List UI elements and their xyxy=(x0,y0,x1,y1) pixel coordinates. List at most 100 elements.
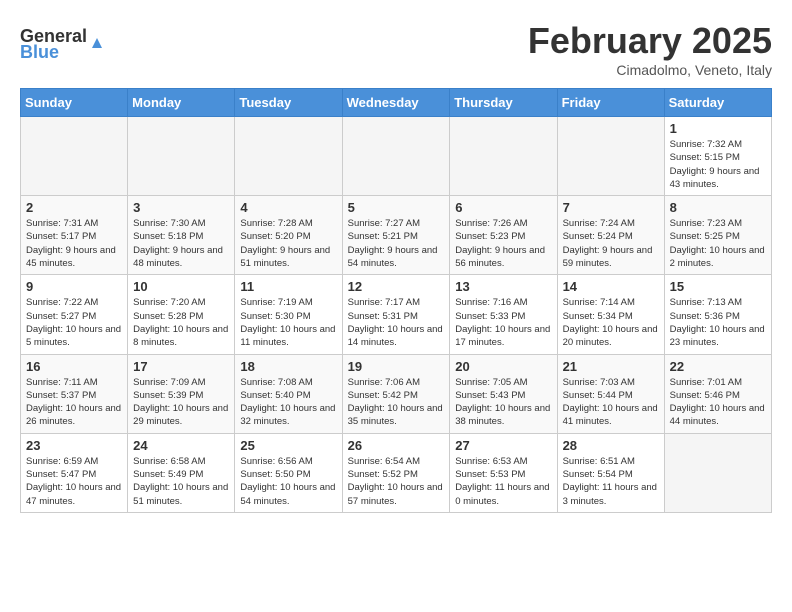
day-info: Sunrise: 6:58 AM Sunset: 5:49 PM Dayligh… xyxy=(133,455,229,508)
calendar-cell: 7 Sunrise: 7:24 AM Sunset: 5:24 PM Daylig… xyxy=(557,196,664,275)
day-number: 23 xyxy=(26,438,122,453)
day-number: 9 xyxy=(26,279,122,294)
day-number: 12 xyxy=(348,279,445,294)
weekday-header-friday: Friday xyxy=(557,89,664,117)
week-row-4: 16Sunrise: 7:11 AM Sunset: 5:37 PM Dayli… xyxy=(21,354,772,433)
weekday-header-sunday: Sunday xyxy=(21,89,128,117)
day-info: Sunrise: 7:22 AM Sunset: 5:27 PM Dayligh… xyxy=(26,296,122,349)
week-row-3: 9 Sunrise: 7:22 AM Sunset: 5:27 PM Daylig… xyxy=(21,275,772,354)
day-number: 28 xyxy=(563,438,659,453)
logo-svg: General Blue xyxy=(20,20,110,60)
day-info: Sunrise: 7:06 AM Sunset: 5:42 PM Dayligh… xyxy=(348,376,445,429)
day-info: Sunrise: 7:01 AM Sunset: 5:46 PM Dayligh… xyxy=(670,376,766,429)
calendar-cell: 24 Sunrise: 6:58 AM Sunset: 5:49 PM Dayli… xyxy=(128,433,235,512)
calendar-cell: 26 Sunrise: 6:54 AM Sunset: 5:52 PM Dayli… xyxy=(342,433,450,512)
day-info: Sunrise: 7:14 AM Sunset: 5:34 PM Dayligh… xyxy=(563,296,659,349)
calendar-cell xyxy=(664,433,771,512)
weekday-header-thursday: Thursday xyxy=(450,89,557,117)
day-info: Sunrise: 7:28 AM Sunset: 5:20 PM Dayligh… xyxy=(240,217,336,270)
location-subtitle: Cimadolmo, Veneto, Italy xyxy=(528,62,772,78)
day-info: Sunrise: 7:05 AM Sunset: 5:43 PM Dayligh… xyxy=(455,376,551,429)
weekday-header-monday: Monday xyxy=(128,89,235,117)
day-info: Sunrise: 6:53 AM Sunset: 5:53 PM Dayligh… xyxy=(455,455,551,508)
week-row-5: 23 Sunrise: 6:59 AM Sunset: 5:47 PM Dayli… xyxy=(21,433,772,512)
calendar-cell: 5Sunrise: 7:27 AM Sunset: 5:21 PM Daylig… xyxy=(342,196,450,275)
calendar-cell xyxy=(128,117,235,196)
weekday-header-saturday: Saturday xyxy=(664,89,771,117)
calendar-cell: 18 Sunrise: 7:08 AM Sunset: 5:40 PM Dayli… xyxy=(235,354,342,433)
calendar-cell xyxy=(450,117,557,196)
calendar-cell: 23 Sunrise: 6:59 AM Sunset: 5:47 PM Dayli… xyxy=(21,433,128,512)
calendar-cell: 1Sunrise: 7:32 AM Sunset: 5:15 PM Daylig… xyxy=(664,117,771,196)
day-number: 5 xyxy=(348,200,445,215)
day-number: 20 xyxy=(455,359,551,374)
day-number: 26 xyxy=(348,438,445,453)
day-info: Sunrise: 7:31 AM Sunset: 5:17 PM Dayligh… xyxy=(26,217,122,270)
day-number: 25 xyxy=(240,438,336,453)
calendar-cell: 21 Sunrise: 7:03 AM Sunset: 5:44 PM Dayli… xyxy=(557,354,664,433)
day-number: 16 xyxy=(26,359,122,374)
calendar-cell: 14 Sunrise: 7:14 AM Sunset: 5:34 PM Dayli… xyxy=(557,275,664,354)
day-info: Sunrise: 7:23 AM Sunset: 5:25 PM Dayligh… xyxy=(670,217,766,270)
calendar-cell: 27 Sunrise: 6:53 AM Sunset: 5:53 PM Dayli… xyxy=(450,433,557,512)
calendar-cell: 20 Sunrise: 7:05 AM Sunset: 5:43 PM Dayli… xyxy=(450,354,557,433)
calendar-cell: 28 Sunrise: 6:51 AM Sunset: 5:54 PM Dayli… xyxy=(557,433,664,512)
day-number: 22 xyxy=(670,359,766,374)
day-info: Sunrise: 7:17 AM Sunset: 5:31 PM Dayligh… xyxy=(348,296,445,349)
day-info: Sunrise: 7:24 AM Sunset: 5:24 PM Dayligh… xyxy=(563,217,659,270)
calendar-cell: 8 Sunrise: 7:23 AM Sunset: 5:25 PM Daylig… xyxy=(664,196,771,275)
day-number: 8 xyxy=(670,200,766,215)
title-block: February 2025 Cimadolmo, Veneto, Italy xyxy=(528,20,772,78)
calendar-cell: 16Sunrise: 7:11 AM Sunset: 5:37 PM Dayli… xyxy=(21,354,128,433)
day-number: 24 xyxy=(133,438,229,453)
calendar-cell xyxy=(557,117,664,196)
calendar-cell: 11 Sunrise: 7:19 AM Sunset: 5:30 PM Dayli… xyxy=(235,275,342,354)
day-number: 7 xyxy=(563,200,659,215)
calendar-cell: 4Sunrise: 7:28 AM Sunset: 5:20 PM Daylig… xyxy=(235,196,342,275)
day-number: 2 xyxy=(26,200,122,215)
day-number: 3 xyxy=(133,200,229,215)
day-info: Sunrise: 7:03 AM Sunset: 5:44 PM Dayligh… xyxy=(563,376,659,429)
calendar-cell: 22 Sunrise: 7:01 AM Sunset: 5:46 PM Dayli… xyxy=(664,354,771,433)
calendar-cell: 13Sunrise: 7:16 AM Sunset: 5:33 PM Dayli… xyxy=(450,275,557,354)
day-number: 6 xyxy=(455,200,551,215)
calendar-cell xyxy=(21,117,128,196)
weekday-header-tuesday: Tuesday xyxy=(235,89,342,117)
calendar-cell: 15 Sunrise: 7:13 AM Sunset: 5:36 PM Dayli… xyxy=(664,275,771,354)
page-header: General Blue February 2025 Cimadolmo, Ve… xyxy=(20,20,772,78)
weekday-header-wednesday: Wednesday xyxy=(342,89,450,117)
day-info: Sunrise: 6:59 AM Sunset: 5:47 PM Dayligh… xyxy=(26,455,122,508)
calendar-table: SundayMondayTuesdayWednesdayThursdayFrid… xyxy=(20,88,772,513)
day-number: 19 xyxy=(348,359,445,374)
calendar-cell: 2 Sunrise: 7:31 AM Sunset: 5:17 PM Daylig… xyxy=(21,196,128,275)
week-row-1: 1Sunrise: 7:32 AM Sunset: 5:15 PM Daylig… xyxy=(21,117,772,196)
calendar-cell xyxy=(235,117,342,196)
day-info: Sunrise: 6:51 AM Sunset: 5:54 PM Dayligh… xyxy=(563,455,659,508)
calendar-cell: 25 Sunrise: 6:56 AM Sunset: 5:50 PM Dayli… xyxy=(235,433,342,512)
svg-text:Blue: Blue xyxy=(20,42,59,60)
day-info: Sunrise: 7:13 AM Sunset: 5:36 PM Dayligh… xyxy=(670,296,766,349)
day-info: Sunrise: 6:56 AM Sunset: 5:50 PM Dayligh… xyxy=(240,455,336,508)
day-number: 11 xyxy=(240,279,336,294)
day-info: Sunrise: 7:16 AM Sunset: 5:33 PM Dayligh… xyxy=(455,296,551,349)
calendar-cell: 17Sunrise: 7:09 AM Sunset: 5:39 PM Dayli… xyxy=(128,354,235,433)
day-info: Sunrise: 7:19 AM Sunset: 5:30 PM Dayligh… xyxy=(240,296,336,349)
day-number: 18 xyxy=(240,359,336,374)
day-info: Sunrise: 7:20 AM Sunset: 5:28 PM Dayligh… xyxy=(133,296,229,349)
logo: General Blue xyxy=(20,20,110,60)
day-info: Sunrise: 7:32 AM Sunset: 5:15 PM Dayligh… xyxy=(670,138,766,191)
day-number: 14 xyxy=(563,279,659,294)
day-number: 15 xyxy=(670,279,766,294)
day-number: 17 xyxy=(133,359,229,374)
calendar-cell: 10Sunrise: 7:20 AM Sunset: 5:28 PM Dayli… xyxy=(128,275,235,354)
day-info: Sunrise: 6:54 AM Sunset: 5:52 PM Dayligh… xyxy=(348,455,445,508)
calendar-cell: 12 Sunrise: 7:17 AM Sunset: 5:31 PM Dayli… xyxy=(342,275,450,354)
calendar-cell: 9 Sunrise: 7:22 AM Sunset: 5:27 PM Daylig… xyxy=(21,275,128,354)
day-number: 21 xyxy=(563,359,659,374)
weekday-header-row: SundayMondayTuesdayWednesdayThursdayFrid… xyxy=(21,89,772,117)
calendar-cell: 19 Sunrise: 7:06 AM Sunset: 5:42 PM Dayli… xyxy=(342,354,450,433)
calendar-cell: 6Sunrise: 7:26 AM Sunset: 5:23 PM Daylig… xyxy=(450,196,557,275)
day-info: Sunrise: 7:08 AM Sunset: 5:40 PM Dayligh… xyxy=(240,376,336,429)
day-number: 27 xyxy=(455,438,551,453)
calendar-cell: 3Sunrise: 7:30 AM Sunset: 5:18 PM Daylig… xyxy=(128,196,235,275)
